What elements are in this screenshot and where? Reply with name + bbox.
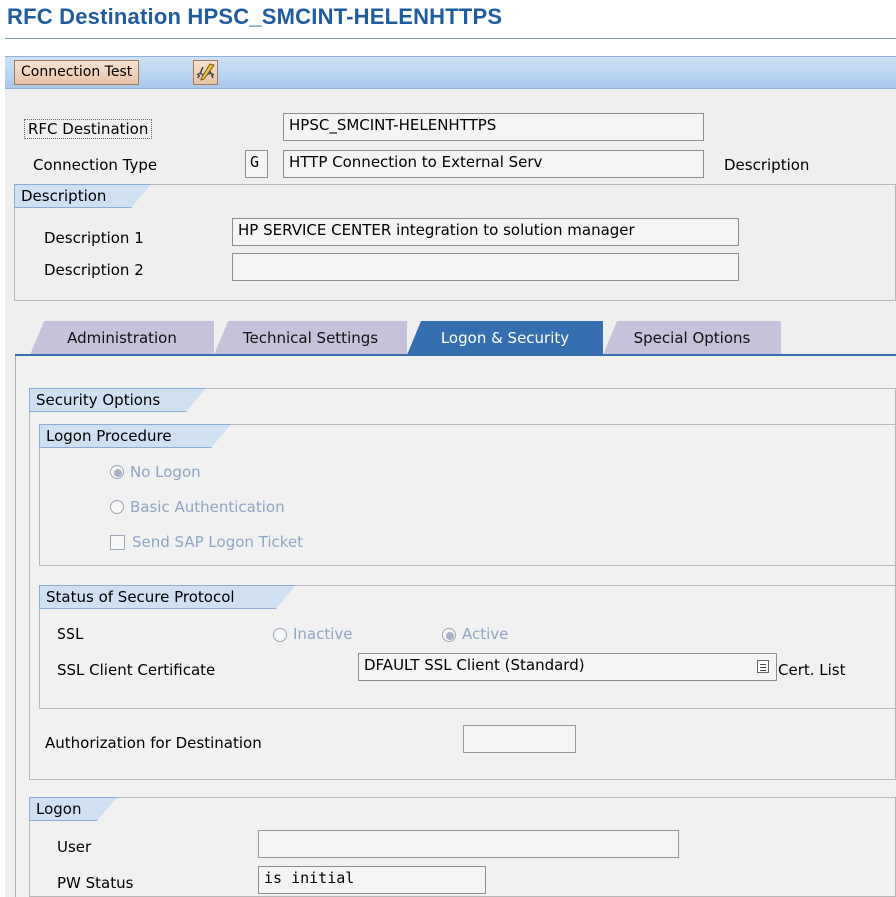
display-change-button[interactable] <box>193 60 218 85</box>
glasses-icon <box>196 63 215 81</box>
description-1-field[interactable]: HP SERVICE CENTER integration to solutio… <box>232 218 739 246</box>
description-2-label: Description 2 <box>44 261 144 279</box>
ssl-inactive-label: Inactive <box>293 625 353 643</box>
description-link[interactable]: Description <box>724 156 809 174</box>
connection-type-code[interactable]: G <box>245 150 268 178</box>
description-frame-title: Description <box>14 184 151 208</box>
description-1-label: Description 1 <box>44 229 144 247</box>
send-logon-ticket-label: Send SAP Logon Ticket <box>132 533 304 551</box>
rfc-destination-label: RFC Destination <box>24 119 153 139</box>
user-field[interactable] <box>258 830 679 858</box>
user-label: User <box>57 838 92 856</box>
pw-status-label: PW Status <box>57 874 134 892</box>
rfc-destination-field[interactable]: HPSC_SMCINT-HELENHTTPS <box>283 113 704 141</box>
ssl-inactive-radio[interactable] <box>273 628 287 642</box>
connection-test-button[interactable]: Connection Test <box>14 60 140 85</box>
no-logon-radio[interactable] <box>110 465 124 479</box>
ssl-active-label: Active <box>462 625 509 643</box>
description-2-field[interactable] <box>232 253 739 281</box>
no-logon-label: No Logon <box>130 463 201 481</box>
basic-auth-radio[interactable] <box>110 500 124 514</box>
ssl-client-cert-label: SSL Client Certificate <box>57 661 216 679</box>
ssl-client-cert-field[interactable]: DFAULT SSL Client (Standard) <box>358 653 777 681</box>
title-separator <box>5 38 896 39</box>
authorization-field[interactable] <box>463 725 576 753</box>
pw-status-field: is initial <box>258 866 486 894</box>
ssl-label: SSL <box>57 625 85 643</box>
tab-special-options[interactable]: Special Options <box>603 321 781 355</box>
connection-type-text: HTTP Connection to External Serv <box>283 150 704 178</box>
tab-logon-security[interactable]: Logon & Security <box>407 321 603 355</box>
secure-protocol-title: Status of Secure Protocol <box>39 585 296 609</box>
basic-auth-label: Basic Authentication <box>130 498 285 516</box>
connection-type-label: Connection Type <box>33 156 158 174</box>
authorization-label: Authorization for Destination <box>45 734 262 752</box>
tab-technical-settings[interactable]: Technical Settings <box>214 321 407 355</box>
tab-administration[interactable]: Administration <box>30 321 214 355</box>
logon-procedure-title: Logon Procedure <box>39 424 231 448</box>
value-help-icon[interactable] <box>757 660 769 673</box>
page-title: RFC Destination HPSC_SMCINT-HELENHTTPS <box>7 4 503 29</box>
send-logon-ticket-checkbox[interactable] <box>110 535 125 550</box>
security-options-title: Security Options <box>29 388 206 412</box>
ssl-active-radio[interactable] <box>442 628 456 642</box>
cert-list-link[interactable]: Cert. List <box>778 661 846 679</box>
